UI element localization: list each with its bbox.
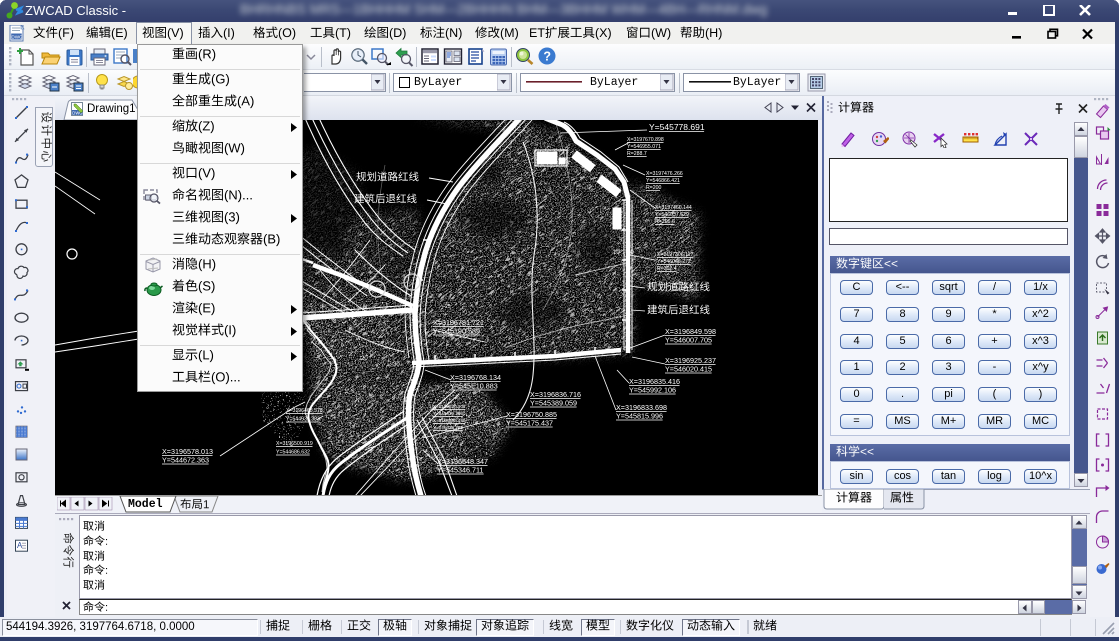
svg-text:20: 20: [627, 250, 634, 256]
svg-text:Y=546020.415: Y=546020.415: [665, 365, 712, 374]
svg-text:Y=544686.632: Y=544686.632: [276, 450, 310, 456]
svg-text:R=302.4: R=302.4: [657, 266, 677, 272]
svg-text:R=200: R=200: [646, 185, 662, 191]
svg-text:X=3196468.578: X=3196468.578: [286, 408, 323, 414]
svg-text:DWG: DWG: [11, 34, 23, 39]
svg-text:25: 25: [445, 304, 451, 310]
svg-text:10: 10: [613, 250, 620, 256]
svg-text:Y=544931.383: Y=544931.383: [286, 417, 320, 423]
svg-text:R=206.6: R=206.6: [655, 219, 675, 225]
svg-text:Y=544672.363: Y=544672.363: [162, 456, 209, 465]
svg-text:Y=545992.106: Y=545992.106: [629, 386, 676, 395]
svg-text:X=8196620.101: X=8196620.101: [433, 404, 466, 409]
svg-text:Y=545638.771: Y=545638.771: [433, 425, 463, 430]
svg-text:Y=546955.071: Y=546955.071: [627, 144, 661, 150]
svg-text:?: ?: [543, 50, 551, 64]
svg-text:X=3197460.144: X=3197460.144: [655, 205, 692, 211]
svg-text:X=3197306.117: X=3197306.117: [657, 252, 694, 258]
svg-text:X=3197476.266: X=3197476.266: [646, 171, 683, 177]
svg-text:Y=546037.629: Y=546037.629: [655, 212, 689, 218]
svg-text:Y=546046.272: Y=546046.272: [657, 259, 691, 265]
svg-text:X=3196500.919: X=3196500.919: [276, 441, 313, 447]
svg-text:30: 30: [393, 362, 400, 368]
svg-text:Y=545190.589: Y=545190.589: [433, 327, 480, 336]
svg-text:20: 20: [361, 356, 368, 362]
svg-text:Y=545815.996: Y=545815.996: [616, 412, 663, 421]
svg-text:Y=545E10.883: Y=545E10.883: [450, 382, 498, 391]
svg-text:Y=546007.705: Y=546007.705: [665, 336, 712, 345]
svg-text:Y=546866.421: Y=546866.421: [646, 178, 680, 184]
svg-text:Y=545346.711: Y=545346.711: [437, 466, 483, 475]
svg-text:Y=545778.691: Y=545778.691: [649, 122, 705, 132]
svg-text:Y=545629.3E8: Y=545629.3E8: [433, 411, 464, 416]
svg-text:X=8196658.456: X=8196658.456: [433, 418, 466, 423]
svg-text:Y=545175.437: Y=545175.437: [506, 419, 553, 428]
svg-text:R=288.7: R=288.7: [627, 151, 647, 157]
svg-text:Y=545389.059: Y=545389.059: [530, 399, 577, 408]
svg-text:X=3197670.898: X=3197670.898: [627, 137, 664, 143]
